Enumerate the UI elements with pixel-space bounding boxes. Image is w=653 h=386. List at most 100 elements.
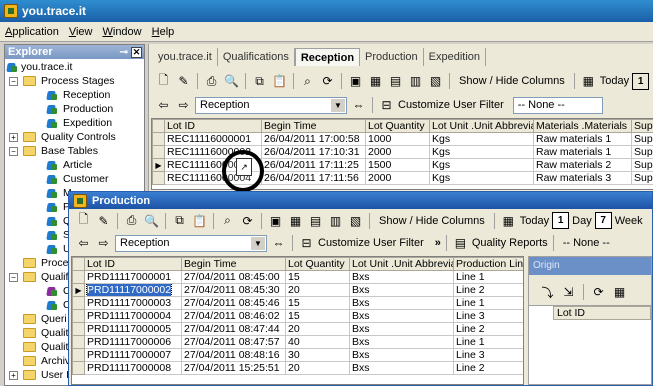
- cell[interactable]: 1000: [365, 132, 430, 146]
- swap-icon[interactable]: ⇔: [350, 97, 367, 114]
- table-row[interactable]: PRD11117000001 27/04/2011 08:45:00 15 Bx…: [72, 270, 523, 284]
- forward-icon[interactable]: ⇨: [175, 97, 192, 114]
- tree-user[interactable]: User I: [41, 369, 69, 381]
- menu-window[interactable]: Window: [97, 26, 146, 38]
- layout-icon[interactable]: ▧: [427, 73, 444, 90]
- table-row[interactable]: PRD11117000008 27/04/2011 15:25:51 20 Bx…: [72, 361, 523, 375]
- tree-archiv[interactable]: Archiv: [41, 355, 70, 367]
- tree-base-tables[interactable]: Base Tables: [41, 145, 98, 157]
- cell[interactable]: 20: [285, 322, 350, 336]
- copy-icon[interactable]: ⧉: [171, 212, 188, 229]
- cell[interactable]: 27/04/2011 15:25:51: [181, 361, 286, 375]
- stage-select[interactable]: Reception ▼: [115, 234, 267, 252]
- tab-expedition[interactable]: Expedition: [424, 48, 487, 66]
- tree-quality-controls[interactable]: Quality Controls: [41, 131, 116, 143]
- collapse-icon[interactable]: −: [9, 147, 18, 156]
- menu-help[interactable]: Help: [147, 26, 180, 38]
- refresh-icon[interactable]: ⟳: [590, 284, 607, 301]
- chart-icon[interactable]: ▥: [327, 212, 344, 229]
- cell[interactable]: Line 2: [453, 283, 523, 297]
- cell[interactable]: PRD11117000007: [84, 348, 182, 362]
- column-header[interactable]: Lot Quantity: [365, 119, 430, 133]
- tree-reception[interactable]: Reception: [63, 89, 110, 101]
- cell[interactable]: Line 1: [453, 270, 523, 284]
- cell[interactable]: 15: [285, 309, 350, 323]
- grid-view-icon[interactable]: ▦: [611, 284, 628, 301]
- cell[interactable]: 20: [285, 361, 350, 375]
- collapse-icon[interactable]: −: [9, 273, 18, 282]
- cell[interactable]: PRD11117000008: [84, 361, 182, 375]
- cell[interactable]: Kgs: [429, 145, 534, 159]
- edit-icon[interactable]: ✎: [95, 212, 112, 229]
- table-row[interactable]: PRD11117000007 27/04/2011 08:48:16 30 Bx…: [72, 348, 523, 362]
- column-header[interactable]: Lot Quantity: [285, 257, 350, 271]
- filter-select[interactable]: -- None --: [512, 96, 603, 114]
- cell[interactable]: Supp: [631, 145, 653, 159]
- cell[interactable]: PRD11117000003: [84, 296, 182, 310]
- cell[interactable]: Bxs: [349, 270, 454, 284]
- tree-queri[interactable]: Queri: [41, 313, 67, 325]
- cell[interactable]: 27/04/2011 08:45:30: [181, 283, 286, 297]
- cell[interactable]: Kgs: [429, 132, 534, 146]
- close-explorer-button[interactable]: ✕: [131, 46, 142, 58]
- tab-reception[interactable]: Reception: [294, 48, 361, 66]
- cell[interactable]: Bxs: [349, 309, 454, 323]
- table-row[interactable]: REC11116000001 26/04/2011 17:00:58 1000 …: [152, 132, 653, 146]
- cell[interactable]: Line 2: [453, 322, 523, 336]
- cell[interactable]: Supp: [631, 171, 653, 185]
- tree-qualit2[interactable]: Qualit: [41, 341, 68, 353]
- cell[interactable]: Bxs: [349, 361, 454, 375]
- tree-expedition[interactable]: Expedition: [63, 117, 112, 129]
- back-icon[interactable]: ⇦: [155, 97, 172, 114]
- cell[interactable]: Line 1: [453, 296, 523, 310]
- cell[interactable]: 27/04/2011 08:47:44: [181, 322, 286, 336]
- cell[interactable]: Bxs: [349, 322, 454, 336]
- print-icon[interactable]: ⎙: [203, 73, 220, 90]
- cell[interactable]: PRD11117000004: [84, 309, 182, 323]
- tree-article[interactable]: Article: [63, 159, 92, 171]
- today-button[interactable]: Today: [600, 75, 629, 87]
- cell[interactable]: 40: [285, 335, 350, 349]
- stage-select[interactable]: Reception ▼: [195, 96, 347, 114]
- customize-filter-button[interactable]: Customize User Filter: [318, 237, 424, 249]
- cell[interactable]: 15: [285, 270, 350, 284]
- chart-icon[interactable]: ▥: [407, 73, 424, 90]
- cell[interactable]: 27/04/2011 08:46:02: [181, 309, 286, 323]
- column-header[interactable]: Lot Unit .Unit Abbreviation: [349, 257, 454, 271]
- cell[interactable]: 15: [285, 296, 350, 310]
- tree-proce[interactable]: Proce: [41, 257, 68, 269]
- show-hide-columns-button[interactable]: Show / Hide Columns: [375, 215, 489, 227]
- export-icon[interactable]: ▣: [267, 212, 284, 229]
- cell[interactable]: Raw materials 1: [533, 132, 632, 146]
- cell[interactable]: 27/04/2011 08:45:00: [181, 270, 286, 284]
- print-preview-icon[interactable]: 🔍: [143, 212, 160, 229]
- dropdown-arrow-icon[interactable]: ▼: [331, 98, 345, 112]
- excel-icon[interactable]: ▦: [367, 73, 384, 90]
- tree-process-stages[interactable]: Process Stages: [41, 75, 115, 87]
- cell[interactable]: Line 3: [453, 348, 523, 362]
- cell[interactable]: Line 3: [453, 309, 523, 323]
- cell[interactable]: 27/04/2011 08:48:16: [181, 348, 286, 362]
- cell[interactable]: 2000: [365, 145, 430, 159]
- column-header[interactable]: Production Line: [453, 257, 523, 271]
- selected-cell-text[interactable]: PRD11117000002: [85, 284, 173, 296]
- refresh-icon[interactable]: ⟳: [239, 212, 256, 229]
- filter-select[interactable]: -- None --: [559, 235, 615, 252]
- day-view-button[interactable]: 1: [632, 72, 650, 90]
- cell[interactable]: Kgs: [429, 171, 534, 185]
- column-header[interactable]: Lot ID: [553, 306, 651, 320]
- cell[interactable]: Raw materials 3: [533, 171, 632, 185]
- table-row-selected[interactable]: ▶ PRD11117000002 27/04/2011 08:45:30 20 …: [72, 283, 523, 297]
- new-icon[interactable]: 🗋: [155, 73, 172, 90]
- production-title-bar[interactable]: Production: [69, 192, 652, 209]
- tree-qualit1[interactable]: Qualit: [41, 327, 68, 339]
- export-icon[interactable]: ▣: [347, 73, 364, 90]
- cell[interactable]: Supp: [631, 132, 653, 146]
- cell[interactable]: 26/04/2011 17:10:31: [261, 145, 366, 159]
- customize-filter-button[interactable]: Customize User Filter: [398, 99, 504, 111]
- paste-icon[interactable]: 📋: [271, 73, 288, 90]
- table-row[interactable]: PRD11117000003 27/04/2011 08:45:46 15 Bx…: [72, 296, 523, 310]
- cell[interactable]: Kgs: [429, 158, 534, 172]
- tree-production[interactable]: Production: [63, 103, 113, 115]
- print-preview-icon[interactable]: 🔍: [223, 73, 240, 90]
